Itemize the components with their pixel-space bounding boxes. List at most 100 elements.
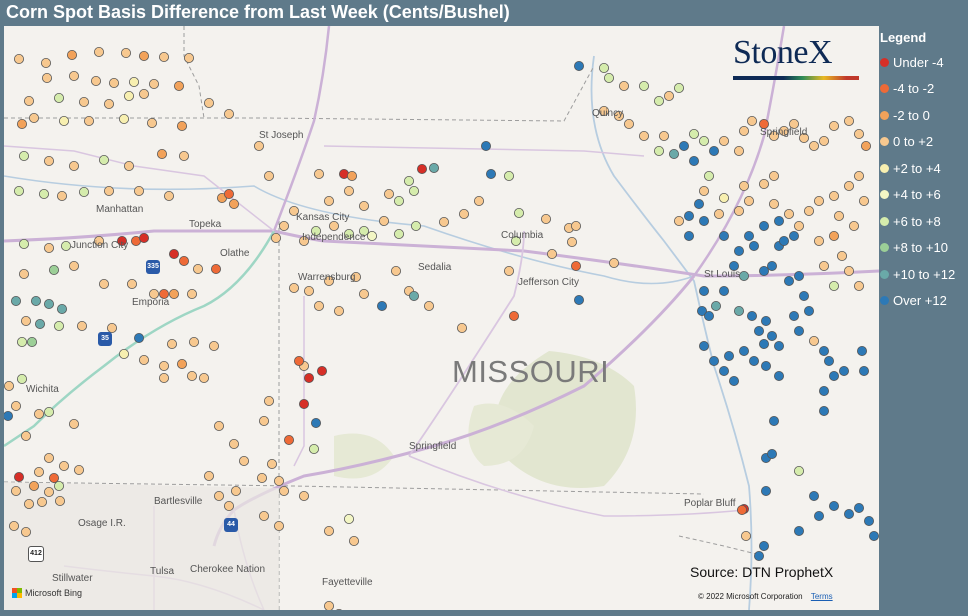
elevator-site-marker[interactable]: [719, 365, 730, 376]
elevator-site-marker[interactable]: [23, 498, 34, 509]
elevator-site-marker[interactable]: [393, 195, 404, 206]
elevator-site-marker[interactable]: [213, 420, 224, 431]
elevator-site-marker[interactable]: [664, 91, 675, 102]
elevator-site-marker[interactable]: [61, 240, 72, 251]
elevator-site-marker[interactable]: [138, 89, 149, 100]
elevator-site-marker[interactable]: [784, 275, 795, 286]
elevator-site-marker[interactable]: [298, 398, 309, 409]
elevator-site-marker[interactable]: [759, 338, 770, 349]
elevator-site-marker[interactable]: [358, 200, 369, 211]
elevator-site-marker[interactable]: [30, 295, 41, 306]
elevator-site-marker[interactable]: [774, 370, 785, 381]
elevator-site-marker[interactable]: [323, 195, 334, 206]
elevator-site-marker[interactable]: [819, 260, 830, 271]
legend-item[interactable]: +2 to +4: [880, 155, 968, 182]
elevator-site-marker[interactable]: [423, 300, 434, 311]
elevator-site-marker[interactable]: [213, 490, 224, 501]
elevator-site-marker[interactable]: [49, 264, 60, 275]
elevator-site-marker[interactable]: [34, 318, 45, 329]
elevator-site-marker[interactable]: [834, 210, 845, 221]
elevator-site-marker[interactable]: [79, 186, 90, 197]
elevator-site-marker[interactable]: [814, 195, 825, 206]
elevator-site-marker[interactable]: [408, 290, 419, 301]
elevator-site-marker[interactable]: [804, 305, 815, 316]
elevator-site-marker[interactable]: [739, 270, 750, 281]
elevator-site-marker[interactable]: [77, 320, 88, 331]
elevator-site-marker[interactable]: [273, 475, 284, 486]
elevator-site-marker[interactable]: [176, 121, 187, 132]
legend-item[interactable]: Over +12: [880, 288, 968, 315]
elevator-site-marker[interactable]: [253, 141, 264, 152]
elevator-site-marker[interactable]: [270, 232, 281, 243]
elevator-site-marker[interactable]: [346, 170, 357, 181]
elevator-site-marker[interactable]: [864, 515, 875, 526]
elevator-site-marker[interactable]: [109, 78, 120, 89]
elevator-site-marker[interactable]: [383, 188, 394, 199]
elevator-site-marker[interactable]: [16, 336, 27, 347]
elevator-site-marker[interactable]: [814, 235, 825, 246]
legend-item[interactable]: +6 to +8: [880, 208, 968, 235]
elevator-site-marker[interactable]: [4, 380, 14, 391]
elevator-site-marker[interactable]: [689, 155, 700, 166]
elevator-site-marker[interactable]: [59, 460, 70, 471]
elevator-site-marker[interactable]: [839, 365, 850, 376]
legend-item[interactable]: +4 to +6: [880, 182, 968, 209]
elevator-site-marker[interactable]: [774, 215, 785, 226]
elevator-site-marker[interactable]: [704, 310, 715, 321]
elevator-site-marker[interactable]: [133, 332, 144, 343]
elevator-site-marker[interactable]: [428, 162, 439, 173]
elevator-site-marker[interactable]: [416, 163, 427, 174]
elevator-site-marker[interactable]: [121, 47, 132, 58]
elevator-site-marker[interactable]: [513, 207, 524, 218]
elevator-site-marker[interactable]: [759, 178, 770, 189]
elevator-site-marker[interactable]: [861, 141, 872, 152]
elevator-site-marker[interactable]: [28, 113, 39, 124]
elevator-site-marker[interactable]: [54, 320, 65, 331]
elevator-site-marker[interactable]: [278, 485, 289, 496]
elevator-site-marker[interactable]: [273, 520, 284, 531]
elevator-site-marker[interactable]: [129, 77, 140, 88]
elevator-site-marker[interactable]: [316, 365, 327, 376]
elevator-site-marker[interactable]: [624, 119, 635, 130]
elevator-site-marker[interactable]: [41, 58, 52, 69]
elevator-site-marker[interactable]: [684, 210, 695, 221]
elevator-site-marker[interactable]: [654, 146, 665, 157]
elevator-site-marker[interactable]: [699, 285, 710, 296]
elevator-site-marker[interactable]: [223, 188, 234, 199]
elevator-site-marker[interactable]: [138, 232, 149, 243]
elevator-site-marker[interactable]: [403, 175, 414, 186]
legend-item[interactable]: +8 to +10: [880, 235, 968, 262]
elevator-site-marker[interactable]: [104, 185, 115, 196]
elevator-site-marker[interactable]: [33, 408, 44, 419]
terms-link[interactable]: Terms: [811, 592, 833, 601]
elevator-site-marker[interactable]: [283, 434, 294, 445]
elevator-site-marker[interactable]: [599, 63, 610, 74]
elevator-site-marker[interactable]: [503, 265, 514, 276]
elevator-site-marker[interactable]: [37, 496, 48, 507]
elevator-site-marker[interactable]: [192, 263, 203, 274]
legend-item[interactable]: Under -4: [880, 49, 968, 76]
elevator-site-marker[interactable]: [704, 170, 715, 181]
elevator-site-marker[interactable]: [473, 195, 484, 206]
elevator-site-marker[interactable]: [754, 551, 765, 562]
elevator-site-marker[interactable]: [458, 208, 469, 219]
elevator-site-marker[interactable]: [503, 170, 514, 181]
elevator-site-marker[interactable]: [759, 541, 770, 552]
map-canvas[interactable]: MISSOURI St Joseph Manhattan Topeka Kans…: [4, 26, 879, 610]
elevator-site-marker[interactable]: [168, 288, 179, 299]
elevator-site-marker[interactable]: [767, 260, 778, 271]
elevator-site-marker[interactable]: [298, 490, 309, 501]
elevator-site-marker[interactable]: [809, 335, 820, 346]
elevator-site-marker[interactable]: [438, 216, 449, 227]
elevator-site-marker[interactable]: [124, 91, 135, 102]
elevator-site-marker[interactable]: [158, 360, 169, 371]
elevator-site-marker[interactable]: [4, 411, 13, 421]
elevator-site-marker[interactable]: [366, 230, 377, 241]
elevator-site-marker[interactable]: [156, 149, 167, 160]
elevator-site-marker[interactable]: [333, 305, 344, 316]
elevator-site-marker[interactable]: [674, 215, 685, 226]
elevator-site-marker[interactable]: [13, 53, 24, 64]
elevator-site-marker[interactable]: [18, 238, 29, 249]
legend-item[interactable]: -4 to -2: [880, 76, 968, 103]
elevator-site-marker[interactable]: [754, 325, 765, 336]
